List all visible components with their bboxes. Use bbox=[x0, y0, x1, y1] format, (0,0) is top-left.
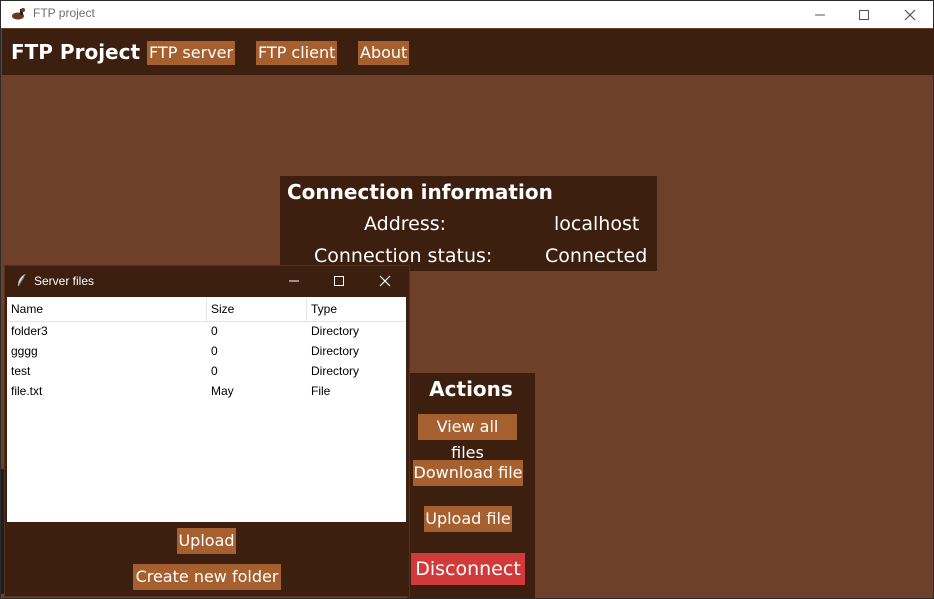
close-icon bbox=[379, 275, 391, 287]
maximize-icon bbox=[859, 9, 869, 20]
table-row[interactable]: file.txt May File bbox=[7, 381, 406, 401]
cell-type: File bbox=[311, 384, 331, 398]
actions-title: Actions bbox=[429, 377, 513, 401]
sf-minimize-button[interactable] bbox=[271, 266, 317, 296]
connection-panel: Connection information Address: localhos… bbox=[280, 176, 657, 271]
create-new-folder-button[interactable]: Create new folder bbox=[133, 564, 281, 590]
cell-name: file.txt bbox=[11, 384, 43, 398]
status-value: Connected bbox=[545, 245, 648, 267]
upload-file-button[interactable]: Upload file bbox=[424, 506, 512, 532]
window-titlebar: FTP project bbox=[1, 1, 933, 28]
maximize-button[interactable] bbox=[841, 1, 887, 28]
feather-icon bbox=[17, 274, 26, 287]
actions-panel: Actions View all files Download file Upl… bbox=[407, 373, 535, 598]
menu-bar: FTP Project FTP server FTP client About bbox=[2, 29, 934, 75]
download-file-button[interactable]: Download file bbox=[413, 460, 523, 486]
close-button[interactable] bbox=[887, 1, 933, 28]
view-all-files-button[interactable]: View all files bbox=[418, 414, 517, 462]
connection-title: Connection information bbox=[287, 180, 553, 204]
status-label: Connection status: bbox=[314, 245, 493, 267]
server-files-window: Server files Name Size Type folder3 0 Di… bbox=[5, 266, 409, 596]
address-value: localhost bbox=[554, 213, 640, 235]
column-header-name[interactable]: Name bbox=[7, 297, 207, 321]
server-files-title: Server files bbox=[34, 274, 95, 288]
maximize-icon bbox=[334, 276, 344, 286]
minimize-icon bbox=[815, 14, 825, 15]
server-files-table[interactable]: Name Size Type folder3 0 Directory gggg … bbox=[7, 297, 406, 522]
column-header-type[interactable]: Type bbox=[307, 297, 406, 321]
cell-type: Directory bbox=[311, 344, 360, 358]
table-row[interactable]: folder3 0 Directory bbox=[7, 321, 406, 341]
sf-maximize-button[interactable] bbox=[316, 266, 362, 296]
window-title: FTP project bbox=[33, 6, 95, 20]
menu-ftp-server[interactable]: FTP server bbox=[147, 41, 236, 65]
cell-type: Directory bbox=[311, 364, 360, 378]
minimize-icon bbox=[289, 280, 299, 282]
disconnect-button[interactable]: Disconnect bbox=[411, 553, 525, 585]
cell-name: folder3 bbox=[11, 324, 48, 338]
upload-button[interactable]: Upload bbox=[177, 528, 236, 554]
column-header-size[interactable]: Size bbox=[207, 297, 307, 321]
cell-size: 0 bbox=[211, 324, 218, 338]
table-row[interactable]: test 0 Directory bbox=[7, 361, 406, 381]
menu-ftp-client[interactable]: FTP client bbox=[256, 41, 338, 65]
table-header: Name Size Type bbox=[7, 297, 406, 322]
cell-name: test bbox=[11, 364, 31, 378]
cell-size: May bbox=[211, 384, 234, 398]
menu-about[interactable]: About bbox=[358, 41, 410, 65]
address-label: Address: bbox=[364, 213, 447, 235]
cell-type: Directory bbox=[311, 324, 360, 338]
cell-size: 0 bbox=[211, 344, 218, 358]
table-row[interactable]: gggg 0 Directory bbox=[7, 341, 406, 361]
close-icon bbox=[904, 9, 916, 20]
cell-name: gggg bbox=[11, 344, 38, 358]
app-icon bbox=[12, 8, 25, 20]
cell-size: 0 bbox=[211, 364, 218, 378]
main-window: FTP project FTP Project FTP server FTP c… bbox=[0, 0, 934, 599]
sf-close-button[interactable] bbox=[362, 266, 408, 296]
minimize-button[interactable] bbox=[797, 1, 843, 28]
brand-title: FTP Project bbox=[11, 40, 141, 64]
server-files-titlebar: Server files bbox=[5, 266, 409, 296]
